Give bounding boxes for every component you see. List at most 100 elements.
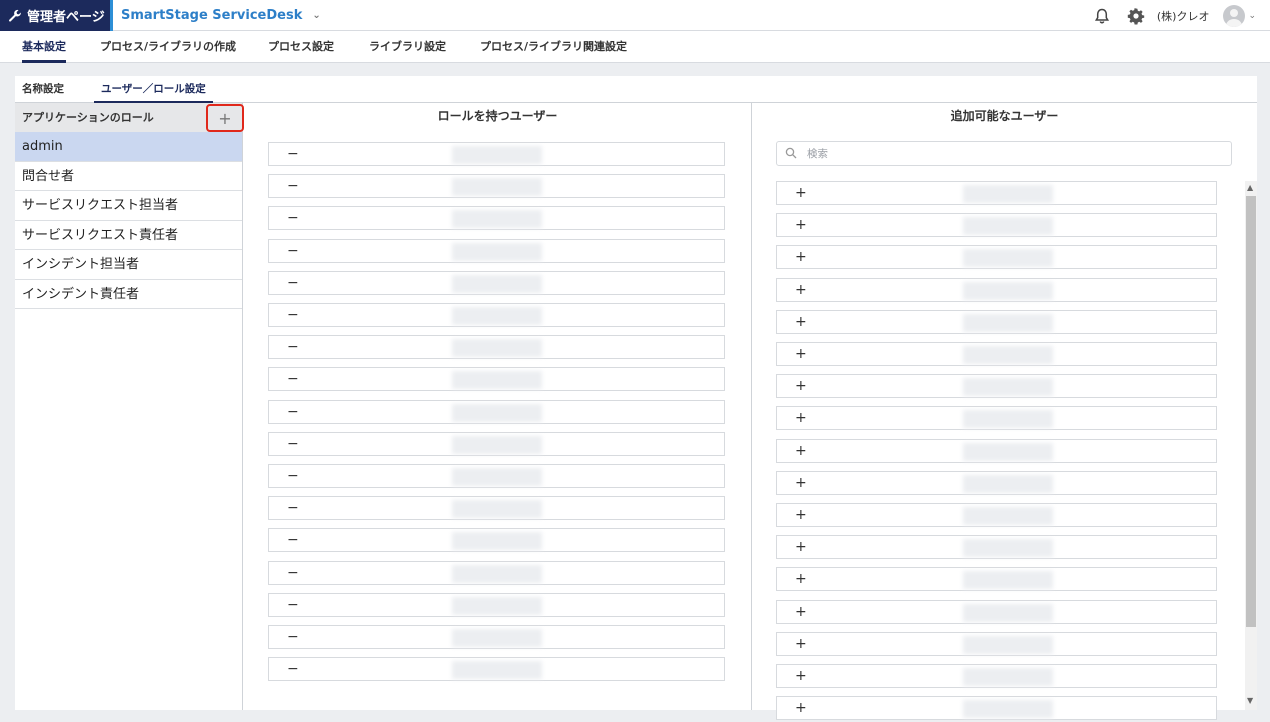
remove-user-button[interactable]: − [287,175,299,197]
role-user-row: − [268,399,725,424]
search-icon [785,147,797,159]
role-user-row: − [268,496,725,521]
bell-icon[interactable] [1093,7,1111,25]
tab-process-library-create[interactable]: プロセス/ライブラリの作成 [100,31,236,63]
add-user-button[interactable]: + [795,246,807,268]
role-user-row: − [268,625,725,649]
remove-user-button[interactable]: − [287,401,299,423]
role-user-row: − [268,560,725,585]
available-user-row: + [776,342,1217,366]
available-user-row: + [776,599,1217,624]
add-user-button[interactable]: + [795,279,807,301]
remove-user-button[interactable]: − [287,207,299,229]
role-user-row: − [268,335,725,360]
chevron-down-icon[interactable]: ⌄ [1248,11,1256,21]
role-item-sr-staff[interactable]: サービスリクエスト担当者 [15,191,242,221]
add-user-button[interactable]: + [795,214,807,236]
add-user-button[interactable]: + [795,601,807,623]
tab-user-role-settings[interactable]: ユーザー／ロール設定 [94,76,213,103]
add-user-button[interactable]: + [795,536,807,558]
remove-user-button[interactable]: − [287,336,299,358]
blurred-user-name [452,661,542,680]
remove-user-button[interactable]: − [287,240,299,262]
remove-user-button[interactable]: − [287,658,299,680]
plus-icon: + [218,108,232,128]
role-item-admin[interactable]: admin [15,132,242,162]
blurred-user-name [963,603,1053,622]
available-user-row: + [776,535,1217,560]
scrollbar-thumb[interactable] [1246,196,1256,627]
role-item-incident-staff[interactable]: インシデント担当者 [15,250,242,280]
tab-basic-settings[interactable]: 基本設定 [22,31,66,63]
blurred-user-name [963,346,1053,364]
tab-name-settings[interactable]: 名称設定 [22,76,64,103]
available-user-row: + [776,406,1217,431]
remove-user-button[interactable]: − [287,465,299,487]
remove-user-button[interactable]: − [287,272,299,294]
scroll-down-arrow-icon[interactable]: ▼ [1247,696,1253,705]
blurred-user-name [963,571,1053,590]
blurred-user-name [452,564,542,583]
add-user-button[interactable]: + [795,697,807,719]
available-user-row: + [776,181,1217,205]
blurred-user-name [452,371,542,390]
blurred-user-name [452,596,542,615]
role-user-row: − [268,238,725,263]
available-user-row: + [776,277,1217,302]
add-user-button[interactable]: + [795,504,807,526]
product-name: SmartStage ServiceDesk [121,8,303,23]
add-user-button[interactable]: + [795,182,807,204]
role-user-row: − [268,431,725,456]
search-input[interactable]: 検索 [776,141,1232,166]
gear-icon[interactable] [1127,7,1145,25]
role-user-row: − [268,367,725,392]
blurred-user-name [963,410,1053,429]
remove-user-button[interactable]: − [287,626,299,648]
remove-user-button[interactable]: − [287,433,299,455]
tab-library-settings[interactable]: ライブラリ設定 [369,31,446,63]
remove-user-button[interactable]: − [287,594,299,616]
blurred-user-name [452,339,542,358]
add-user-button[interactable]: + [795,472,807,494]
add-user-button[interactable]: + [795,407,807,429]
top-bar: 管理者ページ SmartStage ServiceDesk ⌄ (株)クレオ ⌄ [0,0,1270,31]
available-users-title: 追加可能なユーザー [950,109,1059,123]
remove-user-button[interactable]: − [287,562,299,584]
remove-user-button[interactable]: − [287,368,299,390]
content-card: 名称設定 ユーザー／ロール設定 アプリケーションのロール admin 問合せ者 … [15,76,1257,721]
available-user-row: + [776,664,1217,688]
role-item-incident-manager[interactable]: インシデント責任者 [15,280,242,309]
remove-user-button[interactable]: − [287,304,299,326]
blurred-user-name [452,403,542,422]
role-item-sr-manager[interactable]: サービスリクエスト責任者 [15,221,242,250]
role-item-inquirer[interactable]: 問合せ者 [15,162,242,191]
add-user-button[interactable]: + [795,568,807,590]
remove-user-button[interactable]: − [287,497,299,519]
blurred-user-name [452,146,542,164]
blurred-user-name [452,468,542,486]
role-user-row: − [268,206,725,231]
add-user-button[interactable]: + [795,633,807,655]
blurred-user-name [963,474,1053,493]
scroll-up-arrow-icon[interactable]: ▲ [1247,183,1253,192]
add-user-button[interactable]: + [795,440,807,462]
avatar-icon[interactable] [1223,4,1246,27]
tab-process-settings[interactable]: プロセス設定 [268,31,334,63]
tab-process-library-relations[interactable]: プロセス/ライブラリ関連設定 [480,31,627,63]
add-user-button[interactable]: + [795,375,807,397]
remove-user-button[interactable]: − [287,143,299,165]
role-user-row: − [268,303,725,327]
remove-user-button[interactable]: − [287,529,299,551]
role-user-row: − [268,174,725,199]
blurred-user-name [963,249,1053,268]
product-selector[interactable]: SmartStage ServiceDesk ⌄ [110,0,321,31]
blurred-user-name [452,307,542,325]
available-user-row: + [776,503,1217,527]
add-user-button[interactable]: + [795,311,807,333]
add-role-button[interactable]: + [206,104,244,132]
blurred-user-name [452,532,542,551]
admin-page-badge[interactable]: 管理者ページ [0,0,110,31]
add-user-button[interactable]: + [795,665,807,687]
blurred-user-name [963,217,1053,236]
add-user-button[interactable]: + [795,343,807,365]
